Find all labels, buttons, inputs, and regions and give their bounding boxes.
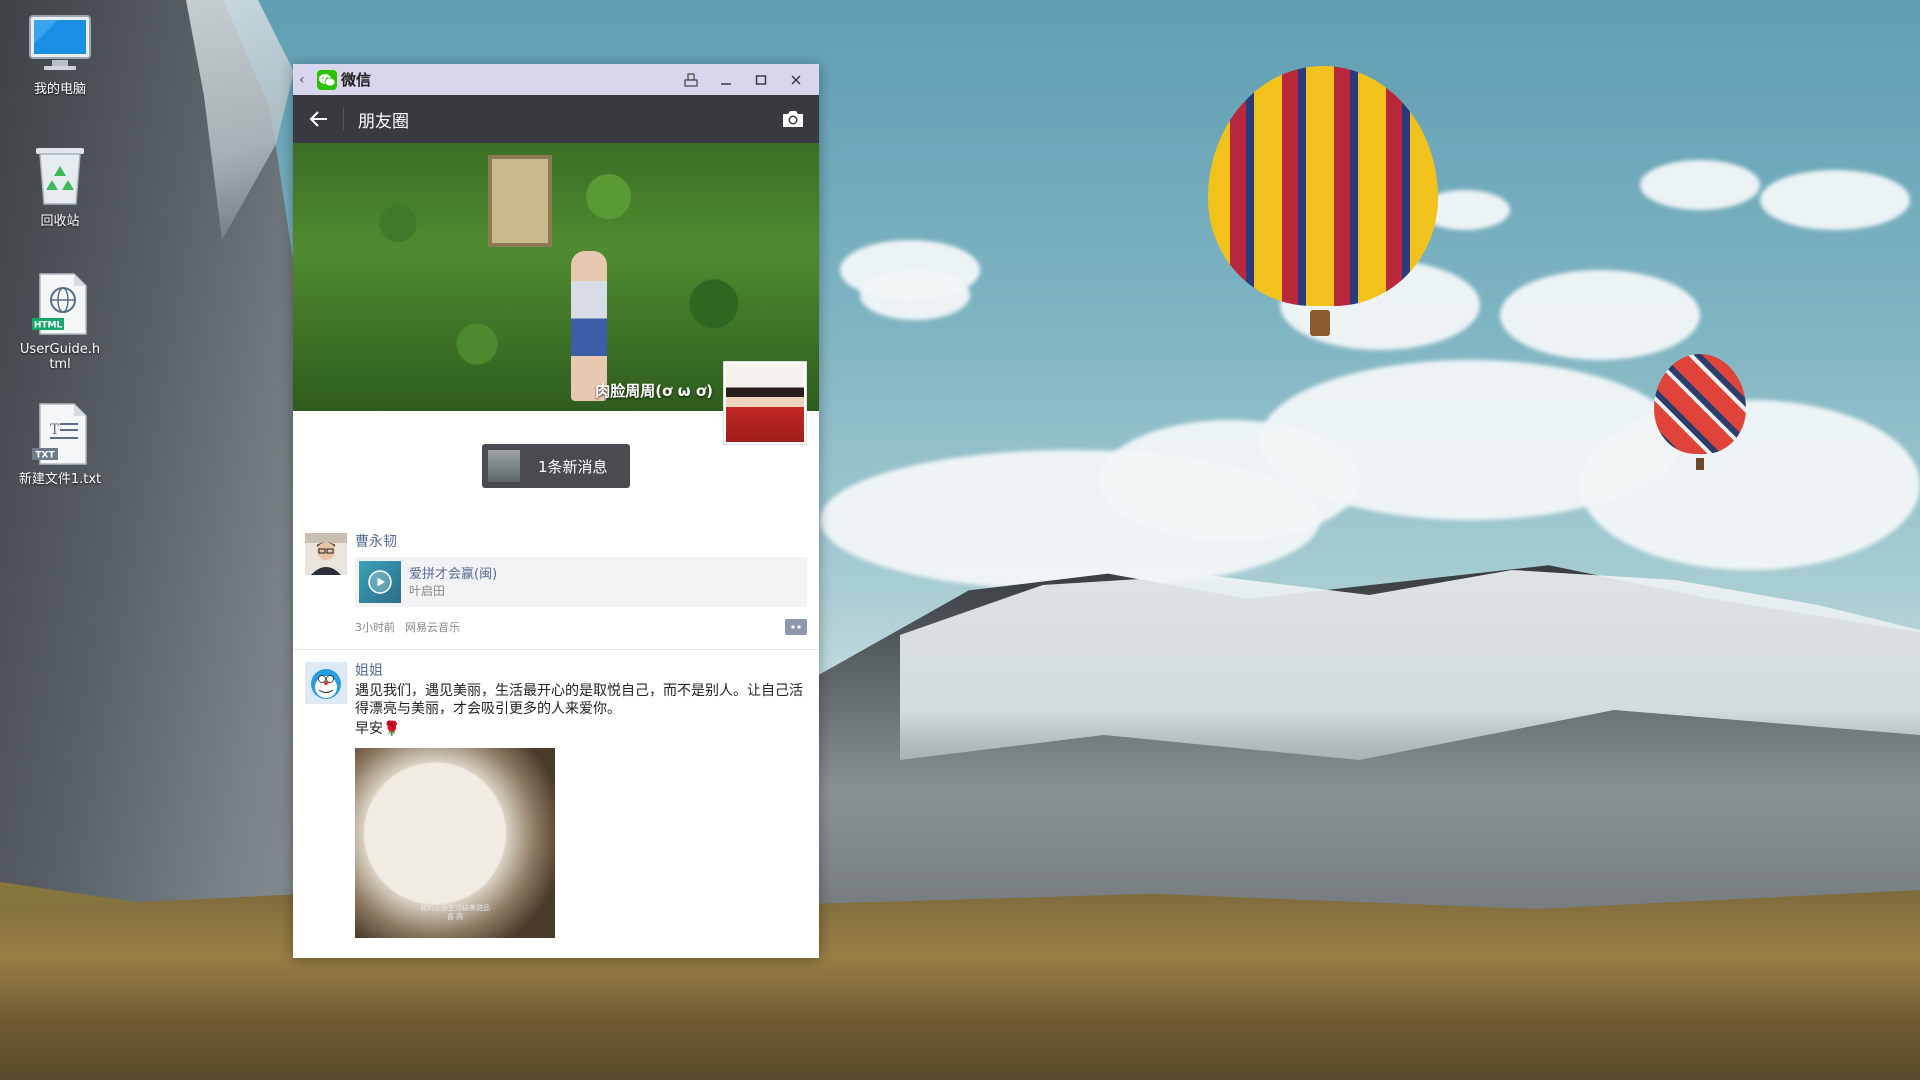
avatar[interactable] [305,533,347,575]
arrow-left-icon [309,111,327,127]
back-button[interactable] [305,105,333,133]
music-title: 爱拼才会赢(闽) [409,566,498,582]
moments-feed[interactable]: 肉脸周周(ơ ω ơ) 1条新消息 曹永韧 爱拼才会赢(闽) 叶启田 3小时前 … [293,143,819,958]
window-titlebar[interactable]: ‹ 微信 [293,64,819,95]
moments-header: 朋友圈 [293,95,819,143]
desktop-icon-label: 我的电脑 [33,82,86,97]
minimize-button[interactable] [708,64,743,95]
post-author[interactable]: 姐姐 [355,662,807,680]
post-photo[interactable]: 我的正面生活缺美甜品 喜 燕 [355,748,555,938]
svg-text:HTML: HTML [34,321,63,331]
camera-button[interactable] [767,95,819,143]
recycle-bin-icon [28,144,92,208]
play-icon[interactable] [368,570,392,594]
more-dots-icon [791,625,801,629]
new-message-avatar [488,450,520,482]
desktop-icon-my-computer[interactable]: 我的电脑 [18,12,102,97]
close-icon [791,75,800,84]
pin-icon [683,72,698,87]
svg-text:TXT: TXT [35,451,55,461]
desktop-icon-recycle-bin[interactable]: 回收站 [18,144,102,229]
cover-avatar[interactable] [723,361,807,445]
txt-file-icon: T TXT [28,402,92,466]
desktop-icon-new-file-txt[interactable]: T TXT 新建文件1.txt [18,402,102,487]
header-divider [343,108,344,130]
new-message-label: 1条新消息 [538,457,608,476]
post-source[interactable]: 网易云音乐 [405,619,785,635]
photo-caption-line2: 喜 燕 [446,913,464,921]
desktop-icon-label: 回收站 [40,214,80,229]
maximize-button[interactable] [743,64,778,95]
pin-button[interactable] [673,64,708,95]
wechat-window: ‹ 微信 朋友圈 肉脸周周(ơ ω ơ) 1条新消息 曹永韧 爱拼才会赢(闽) … [293,64,819,958]
cover-nickname: 肉脸周周(ơ ω ơ) [595,382,713,400]
post-text: 遇见我们，遇见美丽，生活最开心的是取悦自己，而不是别人。让自己活得漂亮与美丽，才… [355,683,803,717]
desktop-icon-label: 新建文件1.txt [18,472,102,487]
post-time: 3小时前 [355,621,395,634]
photo-caption: 我的正面生活缺美甜品 [420,904,490,912]
page-title: 朋友圈 [358,111,409,132]
camera-icon [783,111,803,127]
svg-text:T: T [50,422,60,438]
computer-icon [28,12,92,76]
post-text-greeting: 早安🌹 [355,721,401,737]
music-share-card[interactable]: 爱拼才会赢(闽) 叶启田 [355,557,807,607]
album-cover [359,561,401,603]
maximize-icon [755,74,766,85]
minimize-icon [720,82,731,85]
hot-air-balloon-small [1654,354,1746,454]
comment-button[interactable] [785,619,807,635]
desktop-icon-label: UserGuide.html [19,342,101,372]
wechat-logo-icon [317,69,337,90]
hot-air-balloon-large [1208,66,1438,306]
app-name: 微信 [341,71,372,89]
music-artist: 叶启田 [409,583,446,598]
avatar[interactable] [305,662,347,704]
moment-post: 曹永韧 爱拼才会赢(闽) 叶启田 3小时前 网易云音乐 [293,521,819,650]
post-author[interactable]: 曹永韧 [355,533,807,551]
moment-post: 姐姐 遇见我们，遇见美丽，生活最开心的是取悦自己，而不是别人。让自己活得漂亮与美… [293,650,819,950]
chevron-left-icon[interactable]: ‹ [299,72,317,88]
cover-image[interactable]: 肉脸周周(ơ ω ơ) [293,143,819,445]
close-button[interactable] [778,64,813,95]
desktop-wallpaper [0,0,1920,1080]
new-message-button[interactable]: 1条新消息 [482,444,630,488]
desktop-icon-userguide-html[interactable]: HTML UserGuide.html [18,272,102,372]
html-file-icon: HTML [28,272,92,336]
